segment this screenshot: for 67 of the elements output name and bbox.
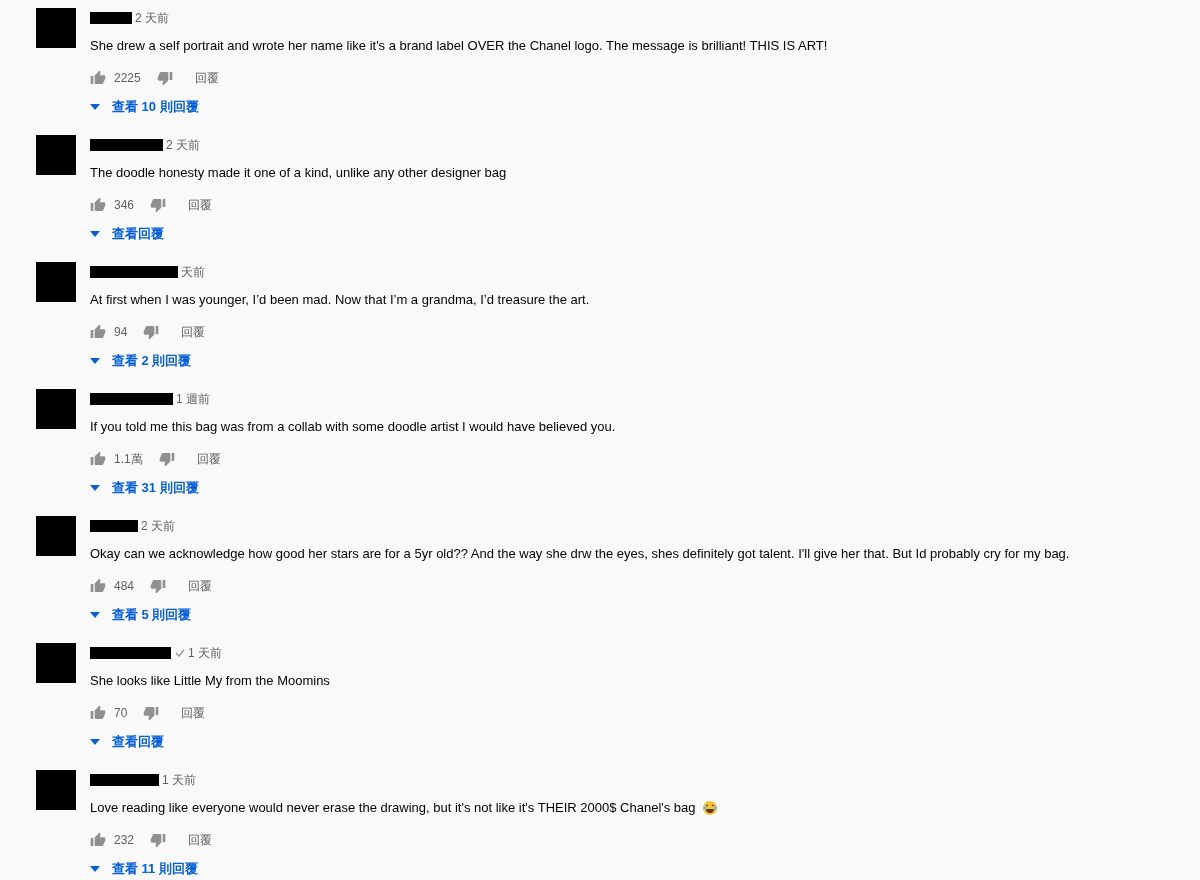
view-replies-button[interactable]: 查看 10 則回覆 bbox=[90, 96, 828, 117]
reply-button[interactable]: 回覆 bbox=[186, 195, 215, 214]
thumbs-down-icon[interactable] bbox=[150, 831, 167, 848]
thumbs-up-icon[interactable] bbox=[90, 577, 106, 594]
thumbs-down-icon[interactable] bbox=[150, 577, 167, 594]
like-count: 1.1萬 bbox=[114, 450, 143, 468]
comment-text: She drew a self portrait and wrote her name like it's a brand label OVER the Chanel logo. The message is brilliant! THIS IS ART! bbox=[90, 37, 828, 55]
view-replies-button[interactable]: 查看回覆 bbox=[90, 731, 330, 752]
like-count: 346 bbox=[114, 196, 135, 214]
thumbs-up-icon[interactable] bbox=[90, 831, 106, 848]
caret-icon bbox=[90, 103, 100, 110]
comment-time[interactable]: 1 天前 bbox=[188, 644, 222, 662]
comment-text: At first when I was younger, I’d been mad. Now that I’m a grandma, I’d treasure the art. bbox=[90, 291, 590, 309]
reply-button[interactable]: 回覆 bbox=[186, 576, 215, 595]
view-replies-button[interactable]: 查看 11 則回覆 bbox=[90, 858, 718, 879]
redacted-avatar bbox=[36, 770, 76, 810]
reply-button[interactable]: 回覆 bbox=[194, 449, 223, 468]
redacted-avatar bbox=[36, 389, 76, 429]
reply-button[interactable]: 回覆 bbox=[192, 68, 221, 87]
thumbs-up-icon[interactable] bbox=[90, 704, 106, 721]
thumbs-up-icon[interactable] bbox=[90, 450, 106, 467]
comment-time[interactable]: 天前 bbox=[181, 263, 205, 281]
thumbs-up-icon[interactable] bbox=[90, 69, 106, 86]
caret-icon bbox=[90, 230, 100, 237]
view-replies-button[interactable]: 查看回覆 bbox=[90, 223, 507, 244]
caret-icon bbox=[90, 865, 100, 872]
comment-text: Love reading like everyone would never erase the drawing, but it's not like it's THEIR 2000$ Chanel's bag bbox=[90, 799, 696, 817]
like-count: 94 bbox=[114, 323, 128, 341]
caret-icon bbox=[90, 738, 100, 745]
like-count: 70 bbox=[114, 704, 128, 722]
like-count: 2225 bbox=[114, 69, 141, 87]
comment-text: The doodle honesty made it one of a kind, unlike any other designer bag bbox=[90, 164, 507, 182]
like-count: 484 bbox=[114, 577, 135, 595]
caret-icon bbox=[90, 357, 100, 364]
thumbs-up-icon[interactable] bbox=[90, 323, 106, 340]
redacted-avatar bbox=[36, 643, 76, 683]
view-replies-button[interactable]: 查看 5 則回覆 bbox=[90, 604, 1070, 625]
redacted-avatar bbox=[36, 262, 76, 302]
comment-text: If you told me this bag was from a collab with some doodle artist I would have believed you. bbox=[90, 418, 616, 436]
comment-text: She looks like Little My from the Moomins bbox=[90, 672, 330, 690]
like-count: 232 bbox=[114, 831, 135, 849]
thumbs-down-icon[interactable] bbox=[143, 323, 160, 340]
thumbs-down-icon[interactable] bbox=[150, 196, 167, 213]
view-replies-button[interactable]: 查看 31 則回覆 bbox=[90, 477, 616, 498]
reply-button[interactable]: 回覆 bbox=[179, 322, 208, 341]
comment-time[interactable]: 2 天前 bbox=[141, 517, 175, 535]
caret-icon bbox=[90, 484, 100, 491]
thumbs-up-icon[interactable] bbox=[90, 196, 106, 213]
redacted-avatar bbox=[36, 8, 76, 48]
redacted-username bbox=[90, 774, 159, 786]
reply-button[interactable]: 回覆 bbox=[186, 830, 215, 849]
comment-time[interactable]: 1 天前 bbox=[162, 771, 196, 789]
redacted-username bbox=[90, 12, 132, 24]
reply-button[interactable]: 回覆 bbox=[179, 703, 208, 722]
check-icon bbox=[175, 649, 185, 657]
comment-text: Okay can we acknowledge how good her stars are for a 5yr old?? And the way she drw the eyes, shes definitely got talent. I'll give her that. But Id probably cry for my bag. bbox=[90, 545, 1070, 563]
redacted-avatar bbox=[36, 135, 76, 175]
comment-time[interactable]: 2 天前 bbox=[166, 136, 200, 154]
thumbs-down-icon[interactable] bbox=[143, 704, 160, 721]
comment-time[interactable]: 2 天前 bbox=[135, 9, 169, 27]
redacted-username bbox=[90, 520, 138, 532]
redacted-avatar bbox=[36, 516, 76, 556]
caret-icon bbox=[90, 611, 100, 618]
comment-time[interactable]: 1 週前 bbox=[176, 390, 210, 408]
thumbs-down-icon[interactable] bbox=[158, 450, 175, 467]
thumbs-down-icon[interactable] bbox=[156, 69, 173, 86]
view-replies-button[interactable]: 查看 2 則回覆 bbox=[90, 350, 590, 371]
